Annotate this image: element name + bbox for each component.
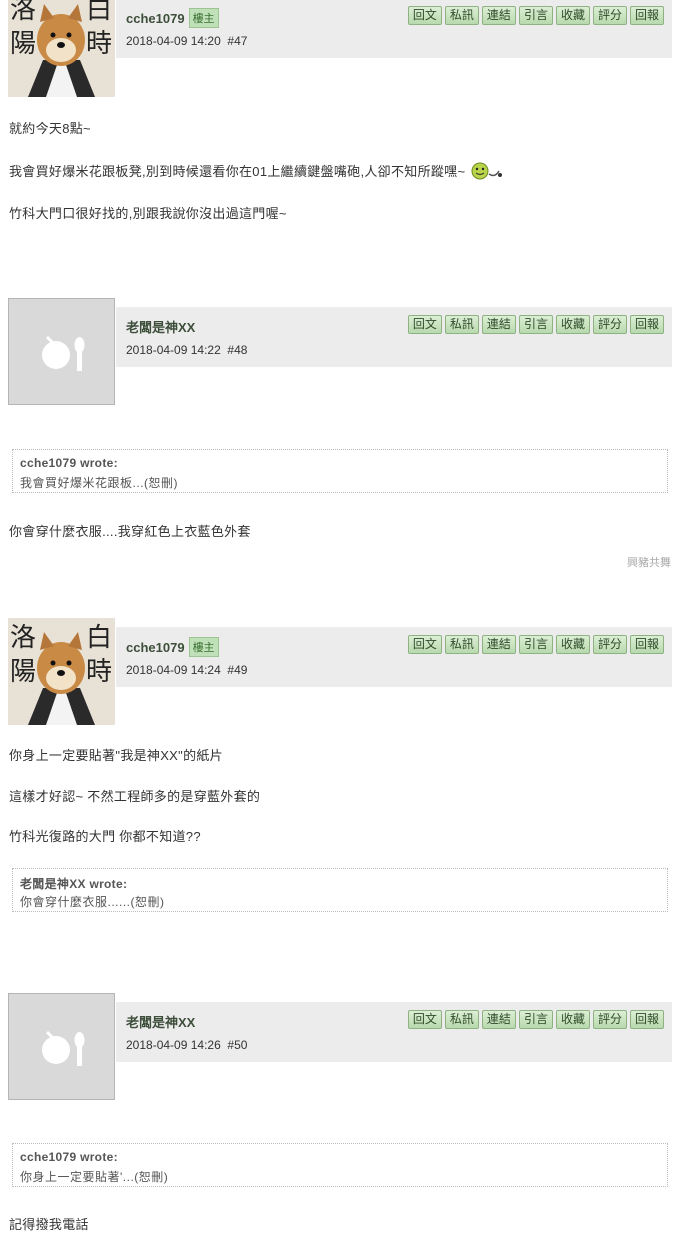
svg-text:白: 白 [86,0,112,25]
quote-button[interactable]: 引言 [518,635,553,654]
link-button[interactable]: 連結 [481,6,516,25]
username[interactable]: 老闆是神XX [126,1012,195,1031]
quote-author: cche1079 wrote: [20,456,118,470]
report-button[interactable]: 回報 [629,635,664,654]
post-action-buttons: 回文 私訊 連結 引言 收藏 評分 回報 [407,635,664,654]
post-text-line: 就約今天8點~ [9,121,91,136]
post-header: cche1079 樓主 2018-04-09 14:20 #47 回文 私訊 連結… [116,0,672,58]
reply-button[interactable]: 回文 [407,635,442,654]
quote-text: 我會買好爆米花跟板...(恕刪) [20,476,178,490]
post-text-line: 你身上一定要貼著"我是神XX"的紙片 [9,748,223,763]
post-meta: 2018-04-09 14:26 #50 [126,1038,247,1052]
avatar[interactable] [8,298,115,405]
favorite-button[interactable]: 收藏 [555,6,590,25]
quote-button[interactable]: 引言 [518,1010,553,1029]
smiley-icon [471,162,505,183]
quote-author: 老闆是神XX wrote: [20,877,128,891]
post-text-line: 我會買好爆米花跟板凳,別到時候還看你在01上繼續鍵盤嘴砲,人卻不知所蹤嘿~ [9,161,505,183]
quote-block: cche1079 wrote: 我會買好爆米花跟板...(恕刪) [12,449,668,493]
report-button[interactable]: 回報 [629,1010,664,1029]
post-action-buttons: 回文 私訊 連結 引言 收藏 評分 回報 [407,1010,664,1029]
post-datetime: 2018-04-09 14:24 [126,663,221,677]
quote-button[interactable]: 引言 [518,6,553,25]
reply-button[interactable]: 回文 [407,1010,442,1029]
svg-text:白: 白 [86,623,112,653]
favorite-button[interactable]: 收藏 [555,315,590,334]
svg-text:洛: 洛 [10,0,36,25]
link-button[interactable]: 連結 [481,1010,516,1029]
report-button[interactable]: 回報 [629,315,664,334]
reply-button[interactable]: 回文 [407,6,442,25]
post-meta: 2018-04-09 14:24 #49 [126,663,247,677]
quote-block: cche1079 wrote: 你身上一定要貼著'...(恕刪) [12,1143,668,1187]
post-datetime: 2018-04-09 14:20 [126,34,221,48]
default-avatar-icon [42,1030,85,1066]
reply-button[interactable]: 回文 [407,315,442,334]
post-action-buttons: 回文 私訊 連結 引言 收藏 評分 回報 [407,6,664,25]
post-meta: 2018-04-09 14:22 #48 [126,343,247,357]
post-meta: 2018-04-09 14:20 #47 [126,34,247,48]
post-floor[interactable]: #50 [227,1038,247,1052]
quote-author: cche1079 wrote: [20,1150,118,1164]
private-message-button[interactable]: 私訊 [444,635,479,654]
post-action-buttons: 回文 私訊 連結 引言 收藏 評分 回報 [407,315,664,334]
quote-text: 你身上一定要貼著'...(恕刪) [20,1170,169,1184]
post-header: 老闆是神XX 2018-04-09 14:26 #50 回文 私訊 連結 引言 … [116,1002,672,1062]
svg-text:時: 時 [86,657,112,687]
favorite-button[interactable]: 收藏 [555,635,590,654]
post-floor[interactable]: #48 [227,343,247,357]
signature: 興豬共舞 [627,557,671,569]
link-button[interactable]: 連結 [481,315,516,334]
svg-text:時: 時 [86,29,112,59]
post-text-line: 竹科大門口很好找的,別跟我說你沒出過這門喔~ [9,206,287,221]
svg-text:陽: 陽 [10,657,36,687]
default-avatar-icon [42,335,85,371]
rate-button[interactable]: 評分 [592,1010,627,1029]
quote-button[interactable]: 引言 [518,315,553,334]
svg-text:陽: 陽 [10,29,36,59]
owner-badge: 樓主 [188,8,219,28]
favorite-button[interactable]: 收藏 [555,1010,590,1029]
private-message-button[interactable]: 私訊 [444,1010,479,1029]
quote-text: 你會穿什麼衣服......(恕刪) [20,895,165,909]
svg-text:洛: 洛 [10,623,36,653]
owner-badge: 樓主 [188,637,219,657]
post-floor[interactable]: #47 [227,34,247,48]
rate-button[interactable]: 評分 [592,635,627,654]
avatar[interactable]: 洛 陽 白 時 [8,0,115,97]
avatar[interactable]: 洛 陽 白 時 [8,618,115,725]
private-message-button[interactable]: 私訊 [444,315,479,334]
shiba-avatar-image: 洛 陽 白 時 [8,0,115,97]
post-text-line: 竹科光復路的大門 你都不知道?? [9,829,201,844]
report-button[interactable]: 回報 [629,6,664,25]
post-header: cche1079 樓主 2018-04-09 14:24 #49 回文 私訊 連結… [116,627,672,687]
username[interactable]: cche1079 樓主 [126,637,219,657]
avatar[interactable] [8,993,115,1100]
post-datetime: 2018-04-09 14:26 [126,1038,221,1052]
post-header: 老闆是神XX 2018-04-09 14:22 #48 回文 私訊 連結 引言 … [116,307,672,367]
post-text-line: 記得撥我電話 [9,1217,89,1232]
private-message-button[interactable]: 私訊 [444,6,479,25]
quote-block: 老闆是神XX wrote: 你會穿什麼衣服......(恕刪) [12,868,668,912]
rate-button[interactable]: 評分 [592,6,627,25]
username[interactable]: cche1079 樓主 [126,8,219,28]
post-text-line: 這樣才好認~ 不然工程師多的是穿藍外套的 [9,789,261,804]
username[interactable]: 老闆是神XX [126,317,195,336]
post-floor[interactable]: #49 [227,663,247,677]
shiba-avatar-image: 洛 陽 白 時 [8,618,115,725]
post-text-line: 你會穿什麼衣服....我穿紅色上衣藍色外套 [9,524,251,539]
link-button[interactable]: 連結 [481,635,516,654]
post-datetime: 2018-04-09 14:22 [126,343,221,357]
rate-button[interactable]: 評分 [592,315,627,334]
